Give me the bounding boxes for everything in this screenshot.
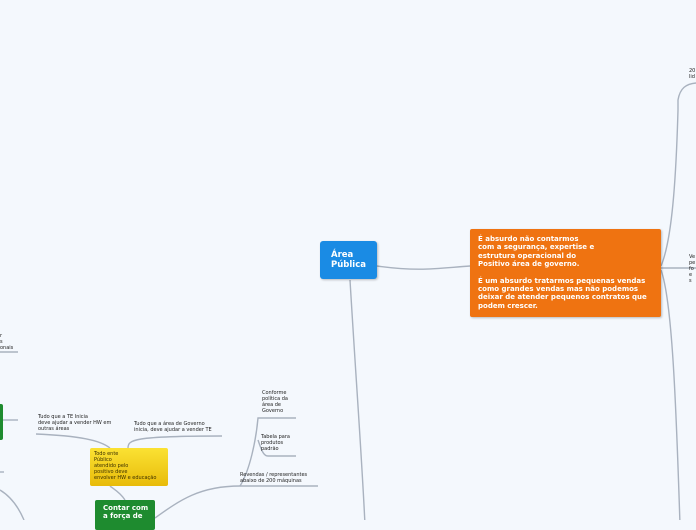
orange-paragraph-1: É absurdo não contarmos com a segurança,… [478,235,595,269]
central-topic-area-publica[interactable]: Área Pública [320,241,377,279]
label-governo-inicia[interactable]: Tudo que a área de Governo inicia, deve … [134,421,212,433]
link-yellow-te [35,433,111,449]
topic-contar-com-forca[interactable]: Contar com a força de [95,500,155,530]
topic-ente-publico[interactable]: Todo ente Público atendido pelo positivo… [90,448,168,486]
label-te-inicia[interactable]: Tudo que a TE Inicia deve ajudar a vende… [38,414,111,432]
label-revendas[interactable]: Revendas / representantes abaixo de 200 … [240,472,307,484]
topic-left-green-clipped[interactable] [0,404,3,440]
label-right-top-clipped[interactable]: 20 lid [689,68,695,80]
orange-paragraph-2: É um absurdo tratarmos pequenas vendas c… [478,276,647,310]
link-yellow-gov [127,435,223,449]
label-conforme-politica[interactable]: Conforme política da área de Governo [262,390,288,414]
label-tabela-produtos[interactable]: Tabela para produtos padrão [261,434,290,452]
link-left-bottom [0,489,25,520]
label-left-clipped[interactable]: r s onais [0,333,13,351]
link-orange-right-down [660,269,681,520]
link-root-orange [376,265,471,270]
topic-absurdo-seguranca[interactable]: É absurdo não contarmos com a segurança,… [470,229,661,317]
link-green-revendas [154,485,318,519]
link-root-down [349,279,366,520]
link-orange-right-trunk [660,82,696,267]
link-green-yellow [109,485,126,501]
label-right-mid-clipped[interactable]: Ve pe fo e s [689,254,696,284]
